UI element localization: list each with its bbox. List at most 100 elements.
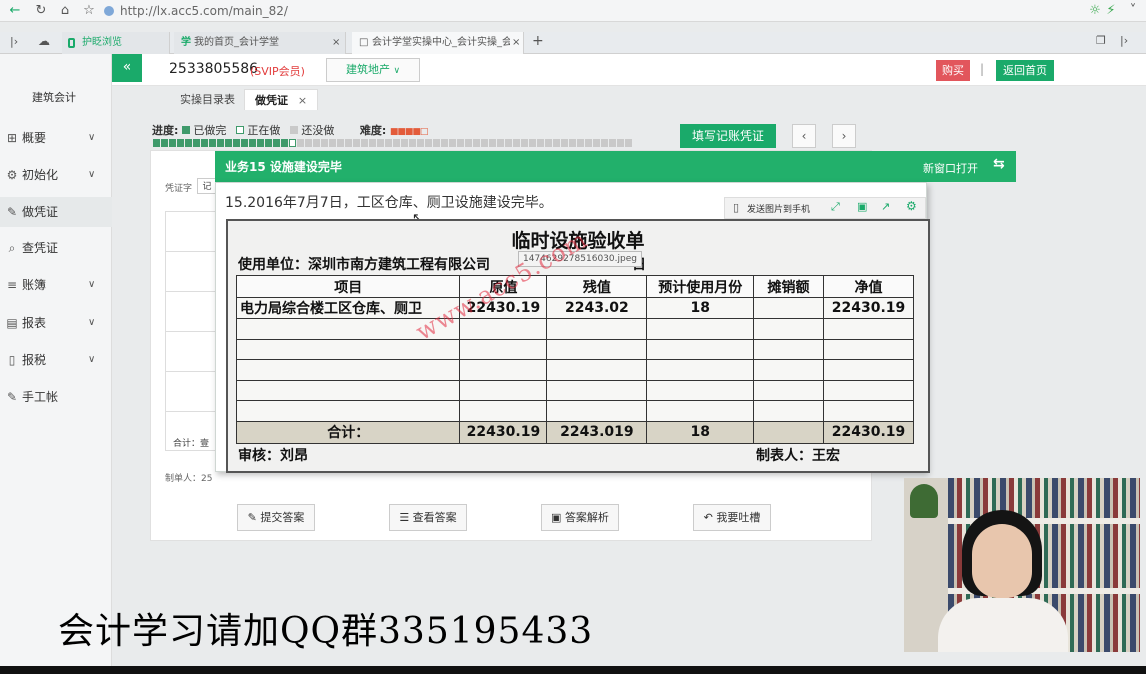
presenter-face xyxy=(972,524,1032,598)
swap-icon[interactable]: ⇆ xyxy=(993,156,1005,172)
column-header: 预计使用月份 xyxy=(646,275,755,298)
progress-cell xyxy=(473,139,480,147)
table-cell xyxy=(753,400,824,422)
progress-cell xyxy=(489,139,496,147)
industry-select[interactable]: 建筑地产 ∨ xyxy=(326,58,420,82)
next-button[interactable]: › xyxy=(832,124,856,148)
menu-icon[interactable]: |› xyxy=(1120,34,1128,47)
export-icon[interactable]: ↗ xyxy=(881,200,890,213)
buy-button[interactable]: 购买 xyxy=(936,60,970,81)
progress-cell xyxy=(513,139,520,147)
home-icon[interactable]: ⌂ xyxy=(56,2,74,20)
grid-icon: ⊞ xyxy=(6,131,18,145)
prev-button[interactable]: ‹ xyxy=(792,124,816,148)
table-cell xyxy=(546,359,648,381)
progress-cell xyxy=(369,139,376,147)
chevron-down-icon: ∨ xyxy=(88,279,96,290)
address-bar[interactable]: http://lx.acc5.com/main_82/ xyxy=(104,2,1084,20)
progress-cell xyxy=(609,139,616,147)
sidebar-toggle-icon[interactable]: |› xyxy=(10,35,18,48)
acceptance-table: 项目 原值 残值 预计使用月份 摊销额 净值 电力局综合楼工区仓库、厕卫 22430.19 22… xyxy=(235,275,915,444)
back-icon[interactable]: ← xyxy=(6,2,24,20)
doing-swatch xyxy=(235,126,244,134)
sidebar-item-label: 账簿 xyxy=(22,278,47,292)
collapse-sidebar-button[interactable]: « xyxy=(112,54,142,82)
fill-voucher-button[interactable]: 填写记账凭证 xyxy=(680,124,776,148)
progress-cell xyxy=(265,139,272,147)
table-cell xyxy=(459,379,548,401)
flash-icon[interactable]: ⚡ xyxy=(1102,2,1120,20)
sidebar-item-3[interactable]: ⌕ 查凭证 xyxy=(0,233,112,263)
tab-make-voucher[interactable]: 做凭证 × xyxy=(244,89,319,110)
progress-cell xyxy=(289,139,296,147)
progress-cell xyxy=(529,139,536,147)
send-to-phone-button[interactable]: 发送图片到手机 xyxy=(747,202,810,215)
browser-toolbar: ← ↻ ⌂ ☆ http://lx.acc5.com/main_82/ ☼ ⚡ … xyxy=(0,0,1146,22)
eye-care-icon xyxy=(68,38,75,48)
progress-cell xyxy=(305,139,312,147)
column-header: 净值 xyxy=(822,275,915,298)
app-header: « 2533805586 (SVIP会员) 建筑地产 ∨ 购买 | 返回首页 xyxy=(112,54,1146,86)
save-icon[interactable]: ▣ xyxy=(857,200,867,213)
close-tab-icon[interactable]: × xyxy=(510,32,521,54)
close-icon[interactable]: × xyxy=(298,94,307,107)
sidebar-title: 建筑会计 xyxy=(32,91,76,104)
cloud-icon[interactable]: ☁ xyxy=(38,34,50,48)
search-icon: ⌕ xyxy=(8,241,16,255)
back-home-button[interactable]: 返回首页 xyxy=(996,60,1054,81)
chevron-down-icon[interactable]: ˅ xyxy=(1124,2,1142,20)
browser-tabbar: |› ☁ 护眨浏览 学 我的首页_会计学堂 × □ 会计学堂实操中心_会计实操_… xyxy=(0,32,1146,54)
progress-cell xyxy=(417,139,424,147)
sidebar-item-label: 报税 xyxy=(22,353,47,367)
progress-cell xyxy=(585,139,592,147)
browser-tab-label: 我的首页_会计学堂 xyxy=(194,37,279,48)
table-cell: 2243.02 xyxy=(546,297,648,319)
sidebar-item-4[interactable]: ≡ 账簿 ∨ xyxy=(0,270,112,300)
action-button-0[interactable]: ✎ 提交答案 xyxy=(237,504,315,531)
sidebar-item-7[interactable]: ✎ 手工帐 xyxy=(0,382,112,412)
action-button-2[interactable]: ▣ 答案解析 xyxy=(541,504,619,531)
browser-tab-1[interactable]: 护眨浏览 xyxy=(62,32,170,54)
table-row: 电力局综合楼工区仓库、厕卫 22430.19 2243.02 18 22430.19 xyxy=(235,297,915,319)
progress-cell xyxy=(561,139,568,147)
chevron-down-icon: ∨ xyxy=(88,132,96,143)
browser-tab-3[interactable]: □ 会计学堂实操中心_会计实操_会 × xyxy=(352,32,524,54)
table-icon: ▤ xyxy=(6,316,18,330)
sidebar-item-0[interactable]: ⊞ 概要 ∨ xyxy=(0,123,112,153)
progress-cell xyxy=(537,139,544,147)
star-icon[interactable]: ☆ xyxy=(80,2,98,20)
restore-icon[interactable]: ❐ xyxy=(1096,34,1106,47)
table-cell xyxy=(753,359,824,381)
new-tab-icon[interactable]: + xyxy=(532,33,544,49)
progress-cell xyxy=(233,139,240,147)
sidebar-item-5[interactable]: ▤ 报表 ∨ xyxy=(0,308,112,338)
reload-icon[interactable]: ↻ xyxy=(32,2,50,20)
chevron-left-icon: ‹ xyxy=(801,129,807,143)
progress-cell xyxy=(169,139,176,147)
progress-cell xyxy=(505,139,512,147)
fullscreen-icon[interactable]: ⤢ xyxy=(831,200,840,214)
sidebar: 建筑会计 ⊞ 概要 ∨ ⚙ 初始化 ∨ ✎ 做凭证 ⌕ 查凭证 ≡ 账簿 ∨ ▤ 报表 ∨ ▯ 报税 ∨ ✎ 手工帐 xyxy=(0,54,112,666)
action-button-3[interactable]: ↶ 我要吐槽 xyxy=(693,504,771,531)
close-tab-icon[interactable]: × xyxy=(332,32,340,54)
voucher-word-select[interactable]: 记 xyxy=(197,178,217,194)
table-cell xyxy=(546,379,648,401)
progress-cell xyxy=(185,139,192,147)
sidebar-item-1[interactable]: ⚙ 初始化 ∨ xyxy=(0,160,112,190)
progress-cell xyxy=(617,139,624,147)
sidebar-item-6[interactable]: ▯ 报税 ∨ xyxy=(0,345,112,375)
progress-label: 进度: xyxy=(152,124,179,137)
progress-cell xyxy=(153,139,160,147)
new-window-link[interactable]: 新窗口打开 xyxy=(923,160,978,176)
tab-practice-catalog[interactable]: 实操目录表 xyxy=(170,89,245,110)
progress-cell xyxy=(321,139,328,147)
settings-icon[interactable]: ⚙ xyxy=(906,199,917,213)
table-cell xyxy=(822,338,915,360)
browser-tab-2[interactable]: 学 我的首页_会计学堂 × xyxy=(174,32,346,54)
bottom-bar xyxy=(0,666,1146,674)
table-cell: 22430.19 xyxy=(459,420,548,444)
table-cell xyxy=(646,379,755,401)
sidebar-item-2[interactable]: ✎ 做凭证 xyxy=(0,197,112,227)
action-label: 查看答案 xyxy=(412,511,457,524)
action-button-1[interactable]: ☰ 查看答案 xyxy=(389,504,467,531)
